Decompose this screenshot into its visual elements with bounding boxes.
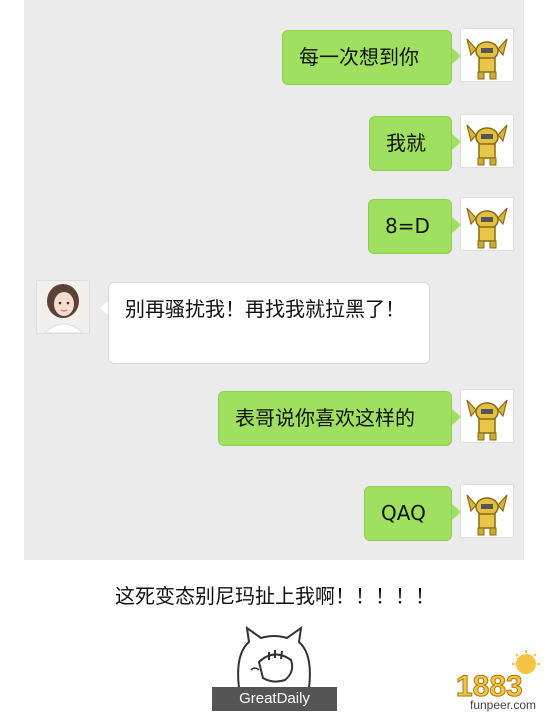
message-text: 表哥说你喜欢这样的 xyxy=(235,406,415,430)
golden-robot-icon xyxy=(461,198,513,250)
meme-caption: 这死变态别尼玛扯上我啊！！！！！ xyxy=(115,584,435,608)
message-text: 8=D xyxy=(385,214,430,238)
golden-robot-icon xyxy=(461,29,513,81)
golden-robot-icon xyxy=(461,485,513,537)
message-bubble[interactable]: 每一次想到你 xyxy=(282,30,452,85)
sender-avatar[interactable] xyxy=(460,389,514,443)
sender-avatar[interactable] xyxy=(460,484,514,538)
golden-robot-icon xyxy=(461,115,513,167)
sender-avatar[interactable] xyxy=(460,114,514,168)
site-domain-label: funpeer.com xyxy=(470,698,537,712)
chat-panel: 每一次想到你 我就 8=D 别再骚扰我！再找我就拉黑了！ 表哥说你喜欢这样的 Q… xyxy=(24,0,524,560)
message-bubble[interactable]: 别再骚扰我！再找我就拉黑了！ xyxy=(108,282,430,364)
message-bubble[interactable]: 我就 xyxy=(369,116,452,171)
message-bubble[interactable]: 8=D xyxy=(368,199,452,254)
message-text: 别再骚扰我！再找我就拉黑了！ xyxy=(125,297,405,321)
message-bubble[interactable]: QAQ xyxy=(364,486,452,541)
golden-robot-icon xyxy=(461,390,513,442)
message-text: 我就 xyxy=(386,131,426,155)
message-text: 每一次想到你 xyxy=(299,45,419,69)
message-text: QAQ xyxy=(381,501,426,525)
receiver-avatar[interactable] xyxy=(36,280,90,334)
sender-avatar[interactable] xyxy=(460,197,514,251)
sender-avatar[interactable] xyxy=(460,28,514,82)
girl-avatar-icon xyxy=(37,281,89,333)
watermark-label: GreatDaily xyxy=(212,687,337,711)
facepalm-cat-icon xyxy=(237,625,311,689)
message-bubble[interactable]: 表哥说你喜欢这样的 xyxy=(218,391,452,446)
